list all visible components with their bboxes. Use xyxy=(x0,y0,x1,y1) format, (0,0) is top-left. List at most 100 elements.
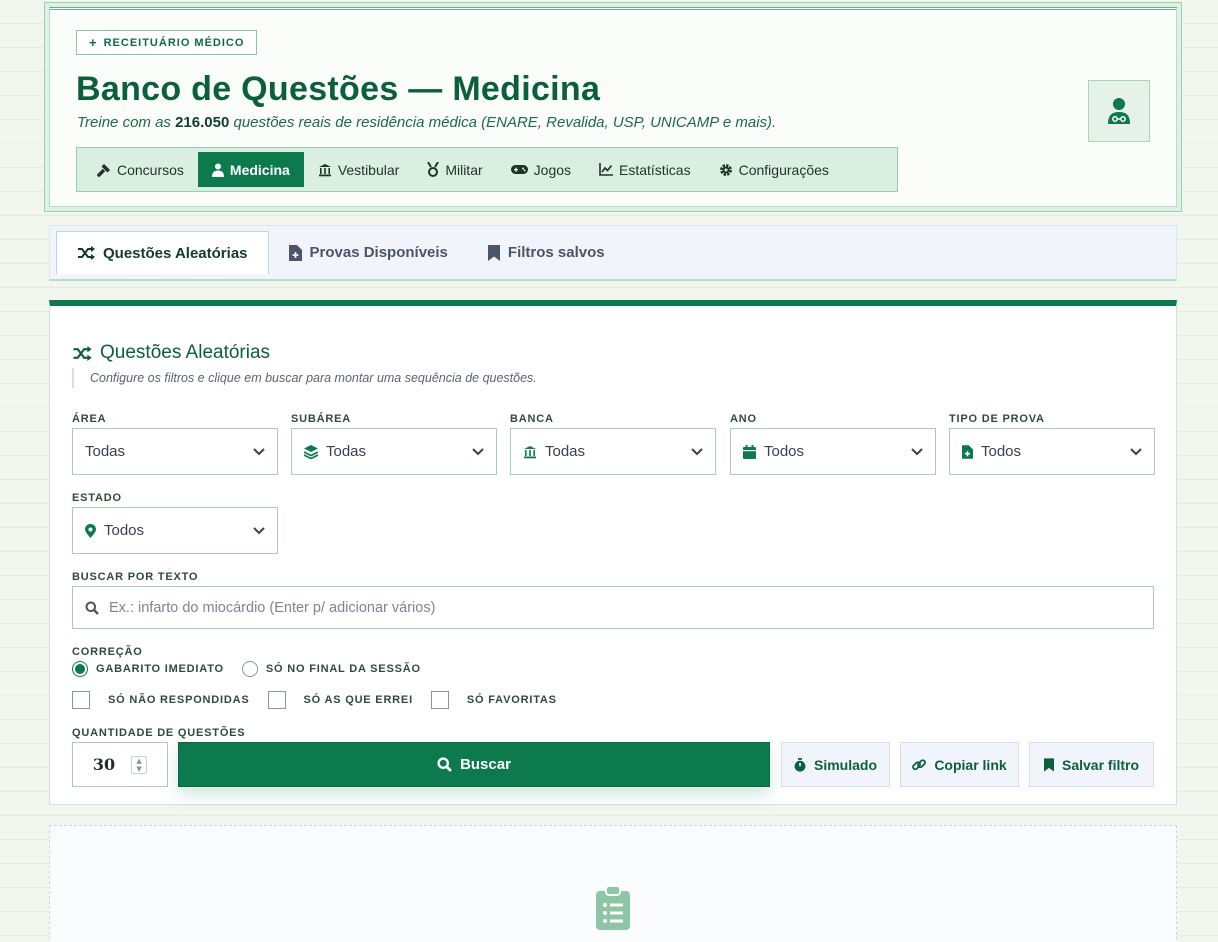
nav-label: Jogos xyxy=(533,161,572,178)
checkbox-nao-respondidas[interactable]: SÓ NÃO RESPONDIDAS xyxy=(72,691,250,709)
search-input[interactable] xyxy=(109,599,1141,616)
copiar-link-button[interactable]: Copiar link xyxy=(900,742,1019,787)
nav-item-vestibular[interactable]: Vestibular xyxy=(304,152,413,187)
banca-select[interactable]: Todas xyxy=(510,428,716,475)
radio-label: GABARITO IMEDIATO xyxy=(96,663,224,675)
tab-label: Questões Aleatórias xyxy=(103,244,248,262)
bookmark-icon xyxy=(487,244,500,261)
shuffle-icon xyxy=(73,345,92,361)
shuffle-icon xyxy=(78,246,95,260)
tipo-value: Todos xyxy=(981,443,1022,460)
ano-value: Todos xyxy=(764,443,805,460)
quantity-stepper[interactable]: 30 ▲ ▼ xyxy=(72,742,168,787)
subtitle-suffix: questões reais de residência médica (ENA… xyxy=(229,114,777,131)
chevron-down-icon xyxy=(691,447,703,455)
location-pin-icon xyxy=(85,523,96,538)
radio-label: SÓ NO FINAL DA SESSÃO xyxy=(265,663,421,675)
nav-item-jogos[interactable]: Jogos xyxy=(497,152,585,187)
area-select[interactable]: Todas xyxy=(72,428,278,475)
buscar-label: Buscar xyxy=(460,756,511,773)
chevron-down-icon xyxy=(472,447,484,455)
tab-label: Filtros salvos xyxy=(507,244,605,261)
chevron-down-icon xyxy=(253,447,265,455)
chart-line-icon xyxy=(599,163,614,176)
subarea-select[interactable]: Todas xyxy=(291,428,497,475)
chevron-up-icon: ▲ xyxy=(136,756,142,765)
checkbox-label: SÓ NÃO RESPONDIDAS xyxy=(108,694,250,706)
user-doctor-icon xyxy=(211,163,224,177)
search-icon xyxy=(437,757,452,772)
gavel-icon xyxy=(97,163,110,177)
buscar-button[interactable]: Buscar xyxy=(178,742,770,787)
search-field[interactable] xyxy=(72,586,1154,629)
nav-item-militar[interactable]: Militar xyxy=(413,152,496,187)
estado-label: ESTADO xyxy=(72,492,122,504)
building-columns-icon xyxy=(318,163,331,176)
radio-button[interactable] xyxy=(241,661,258,677)
link-icon xyxy=(912,758,927,770)
stopwatch-icon xyxy=(794,757,806,772)
profile-button[interactable] xyxy=(1088,80,1150,142)
filter-panel: Questões Aleatórias Configure os filtros… xyxy=(49,300,1177,805)
nav-label: Concursos xyxy=(117,161,184,178)
medal-icon xyxy=(427,162,440,177)
file-medical-icon xyxy=(962,444,973,459)
checkbox[interactable] xyxy=(267,691,286,709)
checkbox-que-errei[interactable]: SÓ AS QUE ERREI xyxy=(267,691,413,709)
estado-select[interactable]: Todos xyxy=(72,507,278,554)
radio-final-sessao[interactable]: SÓ NO FINAL DA SESSÃO xyxy=(241,661,421,677)
copiar-label: Copiar link xyxy=(934,756,1007,773)
subarea-label: SUBÁREA xyxy=(291,413,351,425)
radio-gabarito-imediato[interactable]: GABARITO IMEDIATO xyxy=(72,661,224,677)
layer-group-icon xyxy=(304,444,318,459)
checkbox-favoritas[interactable]: SÓ FAVORITAS xyxy=(430,691,557,709)
nav-item-medicina[interactable]: Medicina xyxy=(197,152,304,187)
subtitle-prefix: Treine com as xyxy=(77,114,176,131)
bookmark-icon xyxy=(1043,757,1054,772)
tab-filtros-salvos[interactable]: Filtros salvos xyxy=(468,231,625,274)
nav-label: Vestibular xyxy=(337,161,400,178)
banca-label: BANCA xyxy=(510,413,554,425)
receituario-badge: + RECEITUÁRIO MÉDICO xyxy=(76,30,258,55)
ano-label: ANO xyxy=(730,413,757,425)
search-label: BUSCAR POR TEXTO xyxy=(72,571,199,583)
area-label: ÁREA xyxy=(72,413,107,425)
simulado-button[interactable]: Simulado xyxy=(781,742,890,787)
chevron-down-icon xyxy=(253,526,265,534)
checkbox[interactable] xyxy=(72,691,90,709)
tab-provas-disponiveis[interactable]: Provas Disponíveis xyxy=(269,231,468,274)
chevron-down-icon xyxy=(911,447,923,455)
search-icon xyxy=(85,601,99,615)
tipo-label: TIPO DE PROVA xyxy=(949,413,1045,425)
page-title: Banco de Questões — Medicina xyxy=(76,70,601,108)
simulado-label: Simulado xyxy=(813,756,877,773)
quantity-label: QUANTIDADE DE QUESTÕES xyxy=(72,727,246,739)
main-nav: Concursos Medicina Vestibular Militar Jo… xyxy=(76,147,898,192)
chevron-down-icon: ▼ xyxy=(136,764,142,773)
nav-label: Medicina xyxy=(229,161,290,178)
check-options: SÓ NÃO RESPONDIDAS SÓ AS QUE ERREI SÓ FA… xyxy=(72,691,575,709)
correcao-options: GABARITO IMEDIATO SÓ NO FINAL DA SESSÃO xyxy=(72,661,439,677)
checkbox-label: SÓ AS QUE ERREI xyxy=(303,694,413,706)
badge-label: RECEITUÁRIO MÉDICO xyxy=(103,36,245,49)
ano-select[interactable]: Todos xyxy=(730,428,936,475)
nav-item-configuracoes[interactable]: Configurações xyxy=(705,152,843,187)
radio-button[interactable] xyxy=(72,661,88,677)
tipo-select[interactable]: Todos xyxy=(949,428,1155,475)
gamepad-icon xyxy=(510,165,528,174)
nav-label: Configurações xyxy=(738,161,829,178)
header-frame: + RECEITUÁRIO MÉDICO Banco de Questões —… xyxy=(44,2,1182,212)
spinner-control[interactable]: ▲ ▼ xyxy=(131,755,148,774)
salvar-filtro-button[interactable]: Salvar filtro xyxy=(1029,742,1154,787)
question-count: 216.050 xyxy=(175,114,230,131)
gear-icon xyxy=(719,163,732,176)
user-doctor-icon xyxy=(1108,98,1130,124)
salvar-label: Salvar filtro xyxy=(1061,756,1140,773)
nav-item-concursos[interactable]: Concursos xyxy=(83,152,198,187)
panel-hint: Configure os filtros e clique em buscar … xyxy=(72,368,537,388)
tab-label: Provas Disponíveis xyxy=(309,244,448,261)
tab-questoes-aleatorias[interactable]: Questões Aleatórias xyxy=(56,231,269,274)
checkbox[interactable] xyxy=(430,691,449,709)
estado-value: Todos xyxy=(104,522,145,539)
nav-item-estatisticas[interactable]: Estatísticas xyxy=(585,152,705,187)
